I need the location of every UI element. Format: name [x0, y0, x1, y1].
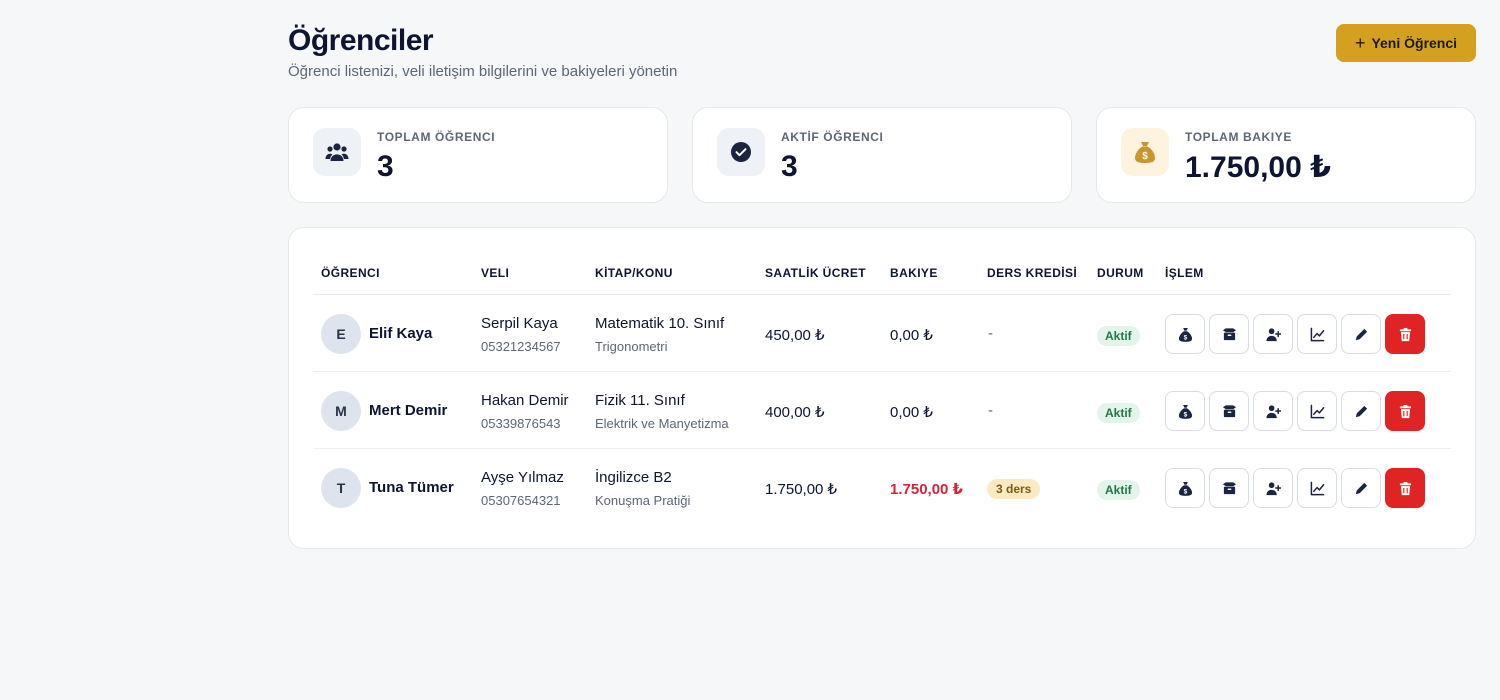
- parent-name: Hakan Demir: [481, 392, 569, 409]
- student-name: Mert Demir: [369, 402, 448, 419]
- chart-line-icon: [1310, 327, 1325, 342]
- assign-parent-button[interactable]: [1253, 391, 1293, 431]
- user-plus-icon: [1265, 327, 1281, 342]
- user-plus-icon: [1265, 481, 1281, 496]
- chart-line-icon: [1310, 481, 1325, 496]
- money-bag-icon: $: [1178, 404, 1193, 419]
- student-name: Tuna Tümer: [369, 479, 454, 496]
- avatar: T: [321, 468, 361, 508]
- user-plus-icon: [1265, 404, 1281, 419]
- report-button[interactable]: [1297, 468, 1337, 508]
- balance: 0,00 ₺: [890, 404, 933, 421]
- stat-card-active-students: AKTİF ÖĞRENCI 3: [692, 107, 1072, 203]
- package-button[interactable]: [1209, 314, 1249, 354]
- money-bag-icon: $: [1121, 128, 1169, 176]
- svg-text:$: $: [1183, 334, 1187, 341]
- book-title: Matematik 10. Sınıf: [595, 315, 725, 332]
- pencil-icon: [1354, 404, 1369, 419]
- delete-button[interactable]: [1385, 391, 1425, 431]
- package-button[interactable]: [1209, 391, 1249, 431]
- trash-icon: [1398, 481, 1413, 496]
- stat-card-total-students: TOPLAM ÖĞRENCI 3: [288, 107, 668, 203]
- hourly-rate: 450,00 ₺: [765, 327, 825, 344]
- column-header-actions: İŞLEM: [1165, 266, 1204, 280]
- box-icon: [1222, 404, 1237, 419]
- parent-name: Serpil Kaya: [481, 315, 558, 332]
- table-row: T Tuna Tümer Ayşe Yılmaz 05307654321 İngiliz…: [313, 449, 1451, 526]
- balance: 0,00 ₺: [890, 327, 933, 344]
- users-icon: [313, 128, 361, 176]
- column-header-status: DURUM: [1097, 266, 1144, 280]
- delete-button[interactable]: [1385, 468, 1425, 508]
- assign-parent-button[interactable]: [1253, 314, 1293, 354]
- lesson-credit: -: [988, 325, 993, 342]
- column-header-hourly-rate: SAATLİK ÜCRET: [765, 266, 866, 280]
- box-icon: [1222, 327, 1237, 342]
- column-header-parent: VELI: [481, 266, 510, 280]
- table-row: M Mert Demir Hakan Demir 05339876543 Fizik 1…: [313, 372, 1451, 449]
- book-topic: Konuşma Pratiği: [595, 493, 691, 508]
- pencil-icon: [1354, 481, 1369, 496]
- box-icon: [1222, 481, 1237, 496]
- new-student-label: Yeni Öğrenci: [1371, 35, 1458, 51]
- money-bag-icon: $: [1178, 327, 1193, 342]
- money-bag-icon: $: [1178, 481, 1193, 496]
- avatar: M: [321, 391, 361, 431]
- avatar: E: [321, 314, 361, 354]
- trash-icon: [1398, 404, 1413, 419]
- payment-button[interactable]: $: [1165, 468, 1205, 508]
- new-student-button[interactable]: + Yeni Öğrenci: [1336, 24, 1476, 62]
- parent-phone: 05339876543: [481, 416, 561, 431]
- svg-text:$: $: [1183, 488, 1187, 495]
- column-header-lesson-credit: DERS KREDİSİ: [987, 266, 1078, 280]
- package-button[interactable]: [1209, 468, 1249, 508]
- column-header-balance: BAKIYE: [890, 266, 938, 280]
- svg-text:$: $: [1142, 151, 1148, 162]
- status-badge: Aktif: [1097, 480, 1140, 500]
- trash-icon: [1398, 327, 1413, 342]
- payment-button[interactable]: $: [1165, 391, 1205, 431]
- edit-button[interactable]: [1341, 391, 1381, 431]
- hourly-rate: 1.750,00 ₺: [765, 481, 838, 498]
- parent-name: Ayşe Yılmaz: [481, 469, 564, 486]
- status-badge: Aktif: [1097, 403, 1140, 423]
- edit-button[interactable]: [1341, 468, 1381, 508]
- book-topic: Elektrik ve Manyetizma: [595, 416, 729, 431]
- parent-phone: 05307654321: [481, 493, 561, 508]
- stat-label: TOPLAM BAKIYE: [1185, 130, 1292, 144]
- student-name: Elif Kaya: [369, 325, 433, 342]
- hourly-rate: 400,00 ₺: [765, 404, 825, 421]
- book-title: Fizik 11. Sınıf: [595, 392, 685, 409]
- page-title: Öğrenciler: [288, 24, 434, 57]
- column-header-student: ÖĞRENCI: [321, 266, 380, 280]
- stat-value: 3: [781, 150, 798, 183]
- book-title: İngilizce B2: [595, 469, 672, 486]
- svg-text:$: $: [1183, 411, 1187, 418]
- stat-label: TOPLAM ÖĞRENCI: [377, 130, 496, 144]
- parent-phone: 05321234567: [481, 339, 561, 354]
- stat-value: 3: [377, 150, 394, 183]
- assign-parent-button[interactable]: [1253, 468, 1293, 508]
- pencil-icon: [1354, 327, 1369, 342]
- column-header-book: KİTAP/KONU: [595, 266, 673, 280]
- stat-label: AKTİF ÖĞRENCI: [781, 130, 884, 144]
- check-circle-icon: [717, 128, 765, 176]
- stat-card-total-balance: $ TOPLAM BAKIYE 1.750,00 ₺: [1096, 107, 1476, 203]
- lesson-credit-badge: 3 ders: [987, 479, 1041, 499]
- balance: 1.750,00 ₺: [890, 481, 963, 498]
- delete-button[interactable]: [1385, 314, 1425, 354]
- book-topic: Trigonometri: [595, 339, 668, 354]
- edit-button[interactable]: [1341, 314, 1381, 354]
- lesson-credit: -: [988, 402, 993, 419]
- chart-line-icon: [1310, 404, 1325, 419]
- status-badge: Aktif: [1097, 326, 1140, 346]
- stat-value: 1.750,00 ₺: [1185, 151, 1331, 184]
- report-button[interactable]: [1297, 314, 1337, 354]
- payment-button[interactable]: $: [1165, 314, 1205, 354]
- report-button[interactable]: [1297, 391, 1337, 431]
- students-table: ÖĞRENCI VELI KİTAP/KONU SAATLİK ÜCRET BA…: [288, 227, 1476, 549]
- table-row: E Elif Kaya Serpil Kaya 05321234567 Matemati…: [313, 295, 1451, 372]
- plus-icon: +: [1354, 33, 1366, 53]
- page-subtitle: Öğrenci listenizi, veli iletişim bilgile…: [288, 63, 678, 80]
